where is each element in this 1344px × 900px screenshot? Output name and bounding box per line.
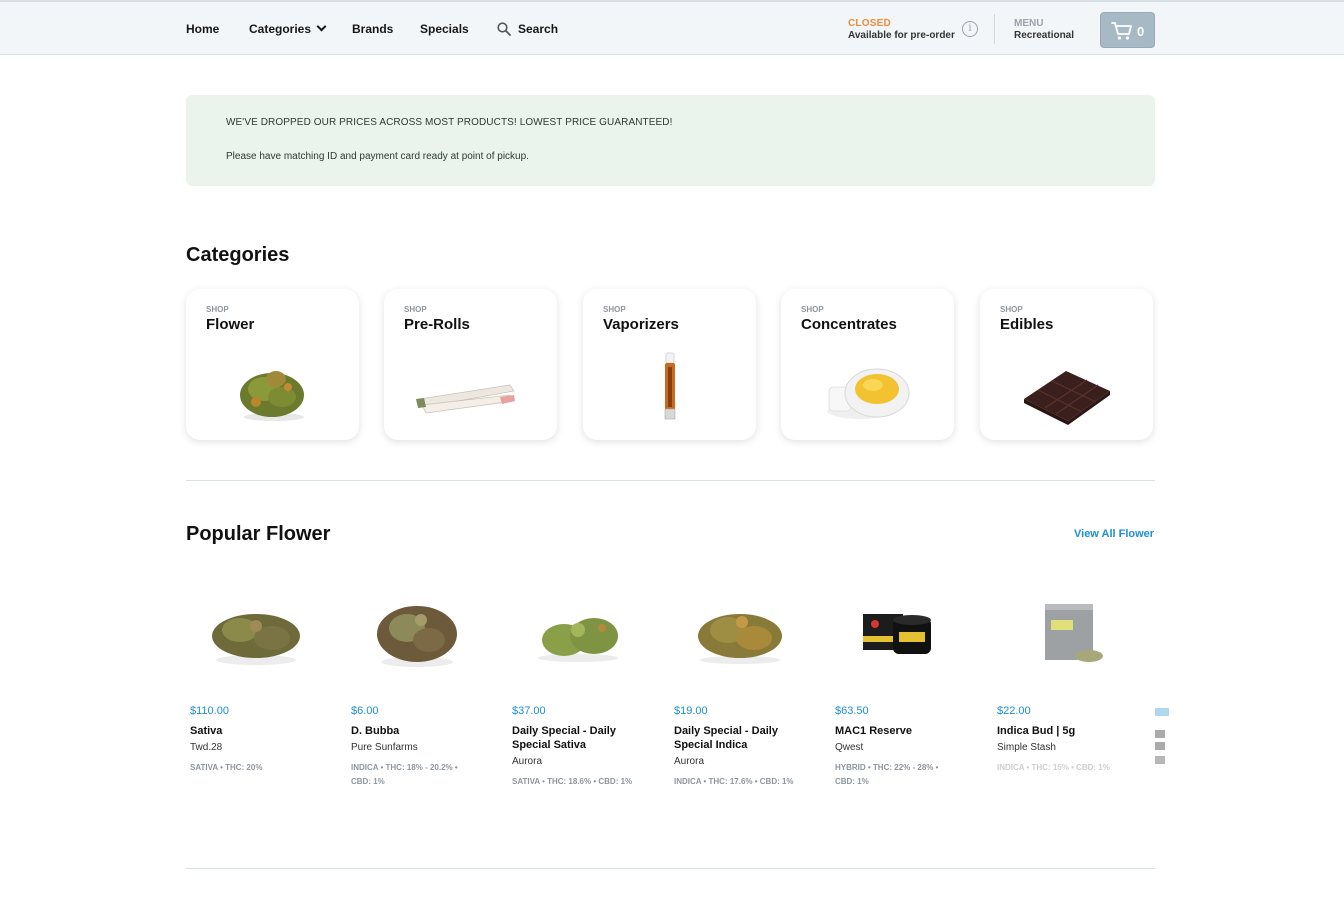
cart-icon xyxy=(1111,22,1132,40)
product-brand: Aurora xyxy=(512,756,543,767)
categories-heading: Categories xyxy=(186,244,290,266)
cart-count: 0 xyxy=(1137,24,1145,39)
product-price: $110.00 xyxy=(190,705,229,717)
product-brand: Qwest xyxy=(835,742,864,753)
nav-categories-dropdown[interactable]: Categories xyxy=(249,21,327,36)
store-status: CLOSED Available for pre-order xyxy=(848,18,955,41)
product-image xyxy=(212,614,300,665)
product-image xyxy=(377,606,457,667)
product-price: $63.50 xyxy=(835,705,869,717)
category-shop-label: SHOP xyxy=(206,305,229,314)
product-tags: HYBRID • THC: 22% - 28% • CBD: 1% xyxy=(835,763,939,786)
cart-button[interactable]: 0 xyxy=(1100,12,1155,48)
category-name: Edibles xyxy=(1000,316,1054,333)
product-brand: Aurora xyxy=(674,756,705,767)
category-name: Pre-Rolls xyxy=(404,316,470,333)
info-icon[interactable]: i xyxy=(962,21,978,37)
menu-type-selector[interactable]: MENU Recreational xyxy=(1014,18,1074,41)
category-card-pre-rolls[interactable]: SHOP Pre-Rolls xyxy=(384,289,557,440)
product-name: MAC1 Reserve xyxy=(835,725,913,737)
product-tags: INDICA • THC: 17.6% • CBD: 1% xyxy=(674,777,794,786)
category-name: Flower xyxy=(206,316,255,333)
popular-flower-heading: Popular Flower xyxy=(186,523,331,545)
nav-search-link[interactable]: Search xyxy=(518,22,558,36)
product-brand: Twd.28 xyxy=(190,742,223,753)
peek-brand-bar xyxy=(1155,756,1165,764)
nav-divider xyxy=(994,14,995,44)
product-price: $37.00 xyxy=(512,705,546,717)
nav-specials-link[interactable]: Specials xyxy=(420,22,469,36)
product-price: $22.00 xyxy=(997,705,1031,717)
product-name: D. Bubba xyxy=(351,725,400,737)
product-tags: INDICA • THC: 18% - 20.2% • CBD: 1% xyxy=(351,763,458,786)
flower-bud-image xyxy=(240,371,304,421)
product-name: Daily Special - Daily Special Sativa xyxy=(512,725,616,751)
category-name: Concentrates xyxy=(801,316,897,333)
chocolate-bar-image xyxy=(1024,371,1110,425)
product-tags: INDICA • THC: 15% • CBD: 1% xyxy=(997,763,1110,772)
banner-subtext: Please have matching ID and payment card… xyxy=(226,151,529,162)
product-image xyxy=(698,614,782,664)
product-brand: Pure Sunfarms xyxy=(351,742,418,753)
nav-home-link[interactable]: Home xyxy=(186,22,219,36)
product-tags: SATIVA • THC: 20% xyxy=(190,763,263,772)
product-image xyxy=(538,618,618,662)
banner-headline: WE'VE DROPPED OUR PRICES ACROSS MOST PRO… xyxy=(226,117,673,128)
product-brand: Simple Stash xyxy=(997,742,1056,753)
search-icon[interactable] xyxy=(497,22,511,36)
product-name: Sativa xyxy=(190,725,223,737)
category-name: Vaporizers xyxy=(603,316,679,333)
product-price: $19.00 xyxy=(674,705,708,717)
status-closed-label: CLOSED xyxy=(848,18,891,29)
category-shop-label: SHOP xyxy=(404,305,427,314)
category-card-edibles[interactable]: SHOP Edibles xyxy=(980,289,1153,440)
section-divider xyxy=(186,480,1155,481)
category-card-vaporizers[interactable]: SHOP Vaporizers xyxy=(583,289,756,440)
peek-name-bar xyxy=(1155,730,1165,738)
product-name: Daily Special - Daily Special Indica xyxy=(674,725,778,751)
vape-cartridge-image xyxy=(664,352,676,420)
product-image xyxy=(1045,604,1103,662)
category-card-flower[interactable]: SHOP Flower xyxy=(186,289,359,440)
product-name: Indica Bud | 5g xyxy=(997,725,1076,737)
peek-price-bar xyxy=(1155,708,1169,716)
product-tags: SATIVA • THC: 18.6% • CBD: 1% xyxy=(512,777,633,786)
announcement-banner: WE'VE DROPPED OUR PRICES ACROSS MOST PRO… xyxy=(186,95,1155,186)
nav-categories-label: Categories xyxy=(249,22,312,36)
status-subtext: Available for pre-order xyxy=(848,30,955,41)
view-all-flower-link[interactable]: View All Flower xyxy=(1074,528,1154,540)
concentrate-jar-image xyxy=(827,368,910,419)
category-shop-label: SHOP xyxy=(801,305,824,314)
product-price: $6.00 xyxy=(351,705,379,717)
chevron-down-icon xyxy=(316,21,327,32)
carousel-next-product-peek[interactable] xyxy=(1155,700,1169,790)
top-nav-bar: Home Categories Brands Specials Search C… xyxy=(0,0,1344,55)
peek-name-bar xyxy=(1155,742,1165,750)
category-shop-label: SHOP xyxy=(603,305,626,314)
category-shop-label: SHOP xyxy=(1000,305,1023,314)
product-image xyxy=(863,614,931,654)
pre-roll-image xyxy=(416,384,515,414)
menu-label: MENU xyxy=(1014,18,1044,29)
category-card-concentrates[interactable]: SHOP Concentrates xyxy=(781,289,954,440)
nav-brands-link[interactable]: Brands xyxy=(352,22,393,36)
menu-value: Recreational xyxy=(1014,30,1075,41)
section-divider xyxy=(186,868,1155,869)
